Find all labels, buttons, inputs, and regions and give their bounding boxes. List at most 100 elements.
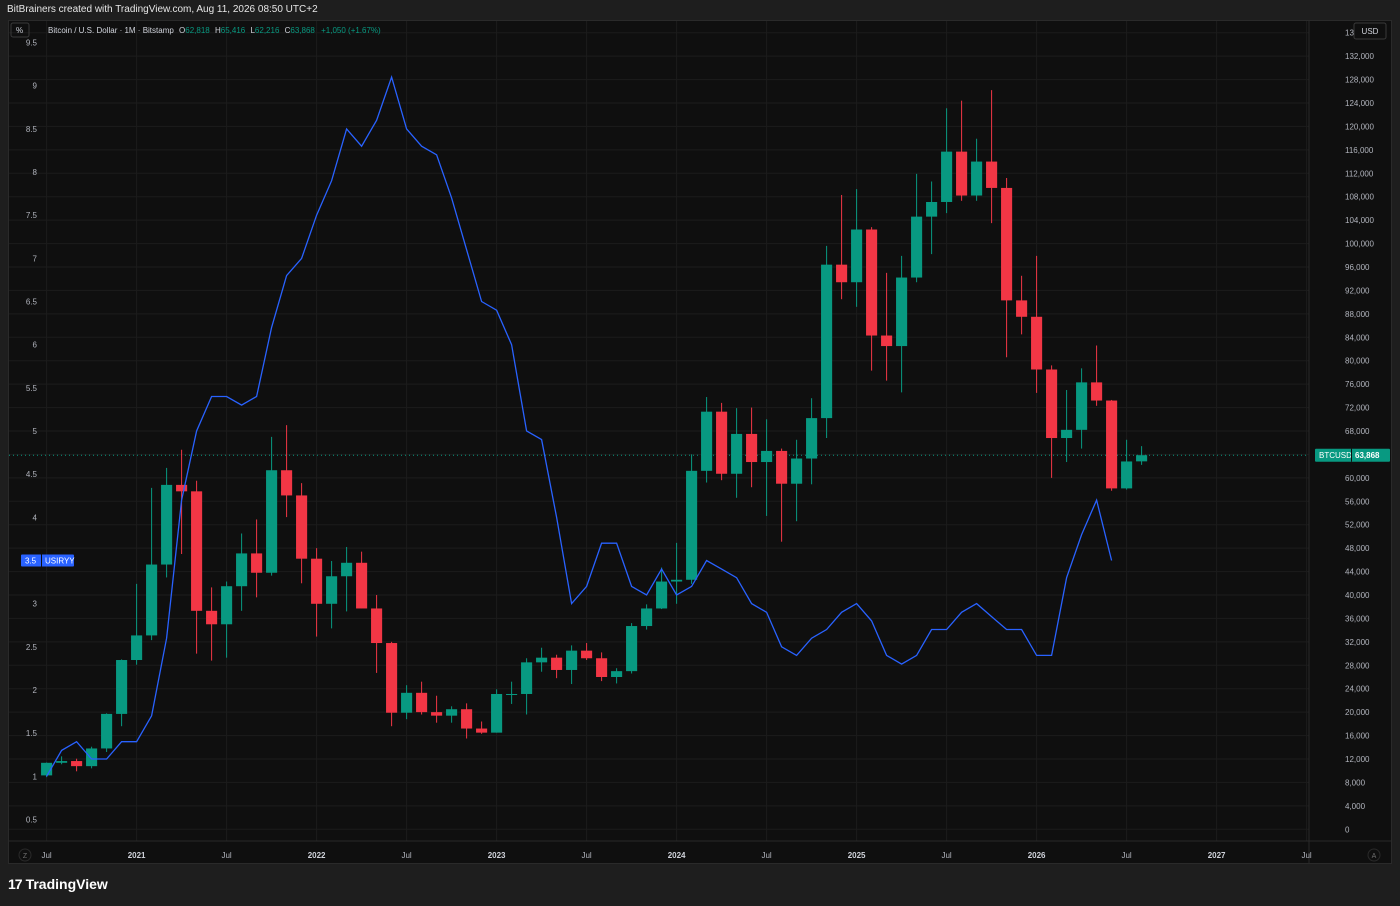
candle [491,689,503,733]
candle-body [776,450,788,484]
percent-tick-label: 5.5 [26,384,38,393]
candle-body [611,671,623,677]
candle-body [911,216,923,278]
time-tick-label: 2023 [488,851,506,860]
candle-body [206,610,218,625]
legend-open-value: 62,818 [185,26,210,35]
price-tick-label: 8,000 [1345,778,1366,787]
candle-body [236,553,248,587]
auto-scale-right-label: A [1372,853,1377,860]
usiryy-badge-name: USIRYY [45,556,75,565]
chart-background [9,21,1391,863]
candle-body [521,662,533,694]
price-tick-label: 76,000 [1345,380,1370,389]
candle-body [506,693,518,695]
tradingview-mark-icon: 17 [8,876,23,892]
candle-body [1136,455,1148,462]
percent-tick-label: 3 [33,600,38,609]
candle-body [146,564,158,636]
candle-body [476,728,488,733]
price-tick-label: 108,000 [1345,193,1374,202]
candle-body [356,562,368,609]
candle-body [1106,400,1118,489]
candle-body [566,650,578,670]
price-tick-label: 32,000 [1345,638,1370,647]
candle-body [386,643,398,713]
tradingview-brand-text: TradingView [25,876,108,892]
percent-tick-label: 7.5 [26,211,38,220]
time-tick-label: Jul [941,851,951,860]
price-tick-label: 12,000 [1345,755,1370,764]
percent-button-label: % [16,26,23,35]
candle-body [101,713,113,749]
percent-tick-label: 1.5 [26,729,38,738]
price-tick-label: 52,000 [1345,521,1370,530]
candle-body [581,650,593,659]
candle-body [926,201,938,217]
percent-tick-label: 6 [33,341,38,350]
auto-scale-left-label: Z [23,853,28,860]
candle-body [401,692,413,713]
candle-body [671,579,683,582]
legend-low-value: 62,216 [255,26,280,35]
candle-body [1091,382,1103,401]
candle-body [326,576,338,604]
legend-high-value: 65,416 [221,26,246,35]
legend-row: Bitcoin / U.S. Dollar · 1M · Bitstamp O6… [48,26,381,35]
price-tick-label: 16,000 [1345,732,1370,741]
price-tick-label: 60,000 [1345,474,1370,483]
candle-body [431,712,443,716]
candle-body [161,484,173,565]
candle-body [596,658,608,677]
candle-body [866,229,878,336]
candle-body [1001,187,1013,301]
candle-body [461,709,473,729]
percent-tick-label: 8 [33,168,38,177]
candle [1106,399,1118,491]
tradingview-logo[interactable]: 17 TradingView [8,876,108,892]
usiryy-last-badge: 3.5 USIRYY [21,554,75,567]
candle-body [941,151,953,202]
time-tick-label: Jul [581,851,591,860]
time-tick-label: Jul [1301,851,1311,860]
price-chart[interactable]: 0.511.522.533.544.555.566.577.588.599.5 … [9,21,1391,863]
candle-body [1016,300,1028,317]
candle-body [116,660,128,714]
candle-body [221,586,233,625]
candle-body [731,433,743,474]
candle-body [971,161,983,196]
currency-button-label: USD [1362,27,1379,36]
candle-body [536,657,548,663]
candle-body [626,626,638,672]
price-tick-label: 0 [1345,825,1350,834]
price-tick-label: 92,000 [1345,286,1370,295]
candle-body [266,470,278,573]
price-tick-label: 72,000 [1345,404,1370,413]
price-tick-label: 36,000 [1345,614,1370,623]
percent-tick-label: 8.5 [26,125,38,134]
candle-body [716,411,728,474]
candle-body [311,558,323,604]
candle-body [131,635,143,661]
btcusd-badge-sep [1351,448,1352,462]
candle-body [1061,429,1073,439]
percent-tick-label: 1 [33,772,38,781]
candle-body [341,562,353,577]
candle-body [371,608,383,644]
candle-body [806,418,818,459]
legend-close-value: 63,868 [290,26,315,35]
candle-body [656,581,668,609]
time-tick-label: 2027 [1208,851,1226,860]
candle-body [821,264,833,419]
candle-body [1046,369,1058,439]
price-tick-label: 68,000 [1345,427,1370,436]
chart-area[interactable]: 0.511.522.533.544.555.566.577.588.599.5 … [8,20,1392,864]
price-tick-label: 104,000 [1345,216,1374,225]
price-tick-label: 4,000 [1345,802,1366,811]
candle-body [791,458,803,484]
price-tick-label: 84,000 [1345,333,1370,342]
price-tick-label: 96,000 [1345,263,1370,272]
percent-tick-label: 5 [33,427,38,436]
percent-tick-label: 2 [33,686,38,695]
candle-body [56,761,68,763]
